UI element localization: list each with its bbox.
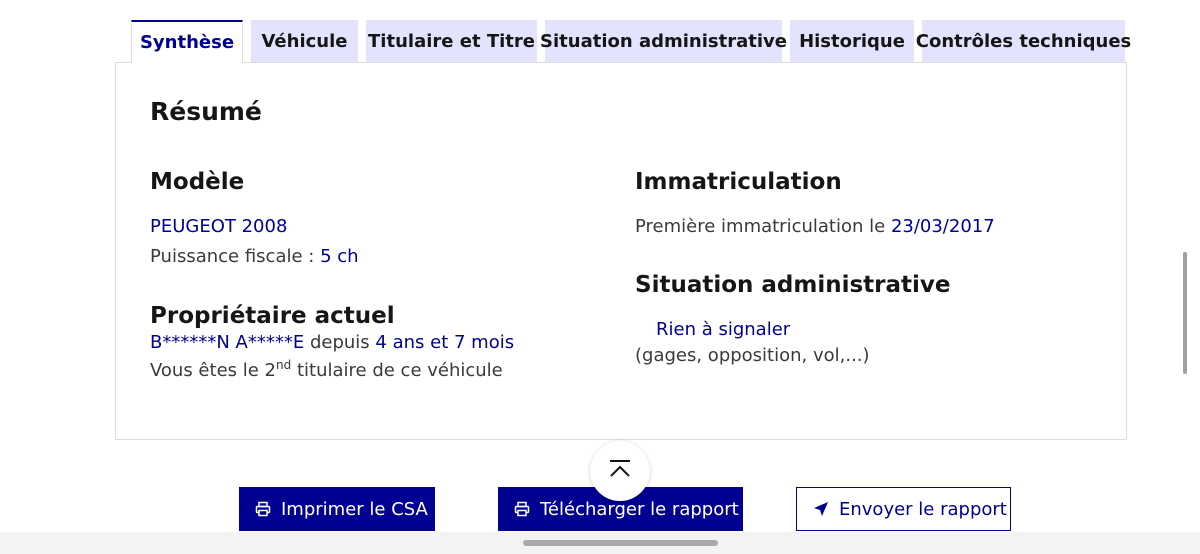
print-csa-label: Imprimer le CSA xyxy=(281,498,428,520)
download-report-label: Télécharger le rapport xyxy=(540,498,739,520)
home-indicator[interactable] xyxy=(523,540,718,546)
admin-status: Rien à signaler xyxy=(656,319,791,340)
owner-since-label: depuis xyxy=(309,332,370,353)
section-title: Résumé xyxy=(150,97,262,126)
admin-heading: Situation administrative xyxy=(635,272,951,298)
tab-synthese[interactable]: Synthèse xyxy=(131,20,243,63)
first-registration-date: 23/03/2017 xyxy=(890,216,995,237)
tab-panel-synthese: Résumé Modèle PEUGEOT 2008 Puissance fis… xyxy=(115,62,1127,440)
page-scrollbar[interactable] xyxy=(1183,252,1187,374)
model-name: PEUGEOT 2008 xyxy=(150,216,288,237)
fiscal-power-label: Puissance fiscale : xyxy=(150,246,315,267)
tab-vehicule[interactable]: Véhicule xyxy=(251,20,358,62)
owner-line: B******N A*****E depuis 4 ans et 7 mois xyxy=(150,332,514,353)
owner-heading: Propriétaire actuel xyxy=(150,303,395,329)
fiscal-power-value: 5 ch xyxy=(320,246,359,267)
print-csa-button[interactable]: Imprimer le CSA xyxy=(239,487,435,531)
owner-rank-rest: titulaire de ce véhicule xyxy=(296,360,503,381)
owner-rank: Vous êtes le 2nd titulaire de ce véhicul… xyxy=(150,358,503,381)
send-report-label: Envoyer le rapport xyxy=(839,498,1007,520)
vehicle-report-page: Synthèse Véhicule Titulaire et Titre Sit… xyxy=(0,0,1200,554)
registration-heading: Immatriculation xyxy=(635,169,842,195)
tab-bar: Synthèse Véhicule Titulaire et Titre Sit… xyxy=(131,20,1131,63)
owner-rank-suffix: nd xyxy=(276,358,292,372)
printer-icon xyxy=(255,501,271,517)
chevron-up-bar-icon xyxy=(608,459,632,483)
admin-details: (gages, opposition, vol,...) xyxy=(635,345,870,366)
owner-rank-prefix: Vous êtes le 2 xyxy=(150,360,276,381)
tab-titulaire-titre[interactable]: Titulaire et Titre xyxy=(366,20,537,62)
send-arrow-icon xyxy=(813,501,829,517)
model-heading: Modèle xyxy=(150,169,245,195)
tab-controles-techniques[interactable]: Contrôles techniques xyxy=(916,20,1131,62)
first-registration-label: Première immatriculation le xyxy=(635,216,886,237)
printer-icon xyxy=(514,501,530,517)
first-registration: Première immatriculation le 23/03/2017 xyxy=(635,216,995,237)
tab-historique[interactable]: Historique xyxy=(790,20,914,62)
tab-situation-administrative[interactable]: Situation administrative xyxy=(540,20,787,62)
send-report-button[interactable]: Envoyer le rapport xyxy=(796,487,1011,531)
owner-since-value: 4 ans et 7 mois xyxy=(375,332,515,353)
scroll-to-top-button[interactable] xyxy=(590,441,650,501)
owner-name: B******N A*****E xyxy=(150,332,305,353)
fiscal-power: Puissance fiscale : 5 ch xyxy=(150,246,359,267)
